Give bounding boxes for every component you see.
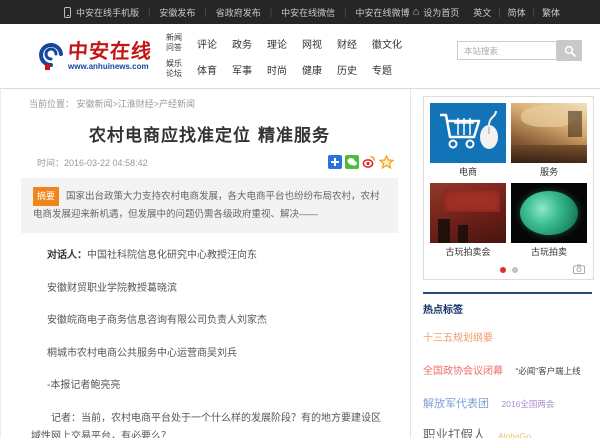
article-paragraph: 安徽皖商电子商务信息咨询有限公司负责人刘家杰 xyxy=(21,312,398,331)
nav-item-theory[interactable]: 理论 xyxy=(267,36,287,51)
gallery-caption: 电商 xyxy=(430,163,506,181)
breadcrumb-path[interactable]: 安徽新闻>江淮财经>产经新闻 xyxy=(77,99,196,109)
site-logo[interactable]: 中安在线 www.anhuinews.com xyxy=(36,41,152,71)
content-area: 当前位置： 安徽新闻>江淮财经>产经新闻 农村电商应找准定位 精准服务 时间：2… xyxy=(0,88,600,438)
logo-title: 中安在线 xyxy=(67,41,152,61)
topbar-link-wechat[interactable]: 中安在线微信 xyxy=(261,6,335,19)
site-header: 中安在线 www.anhuinews.com 新闻 问答 娱乐 论坛 评论 体育… xyxy=(0,24,600,88)
search-input[interactable] xyxy=(457,41,557,60)
hot-tags-title: 热点标签 xyxy=(423,301,594,316)
article-summary: 摘要国家出台政策大力支持农村电商发展，各大电商平台也纷纷布局农村，农村电商发展迎… xyxy=(21,178,398,233)
search-button[interactable] xyxy=(557,40,582,61)
article-paragraph: 对话人：中国社科院信息化研究中心教授汪向东 xyxy=(21,247,398,266)
article-paragraph: 安徽财贸职业学院教授葛晓滨 xyxy=(21,280,398,299)
share-plus-icon[interactable] xyxy=(328,155,342,169)
breadcrumb-label: 当前位置： xyxy=(29,99,74,109)
article-column: 当前位置： 安徽新闻>江淮财经>产经新闻 农村电商应找准定位 精准服务 时间：2… xyxy=(1,89,411,438)
camera-icon xyxy=(573,264,585,274)
gallery-caption: 服务 xyxy=(511,163,587,181)
nav-item-military[interactable]: 军事 xyxy=(232,62,252,77)
hot-tag[interactable]: 职业打假人 xyxy=(423,428,486,438)
topbar-left-links: 中安在线手机版 安徽发布 省政府发布 中安在线微信 中安在线微博 xyxy=(64,6,409,19)
article-time: 时间：2016-03-22 04:58:42 xyxy=(37,156,148,169)
nav-item-hui-culture[interactable]: 徽文化 xyxy=(372,36,402,51)
topbar-link-mobile[interactable]: 中安在线手机版 xyxy=(64,6,139,19)
hot-tags-cloud: 十三五规划纲要 全国政协会议闭幕 “必闻”客户端上线 解放军代表团 2016全国… xyxy=(423,321,594,438)
photo-gallery: 电商 服务 古玩拍卖会 xyxy=(423,96,594,280)
gallery-image-service xyxy=(511,103,587,163)
sidebar: 电商 服务 古玩拍卖会 xyxy=(411,89,600,438)
gallery-caption: 古玩拍卖 xyxy=(511,243,587,261)
gallery-item-service[interactable]: 服务 xyxy=(511,103,587,181)
share-bar xyxy=(328,155,394,169)
nav-item-sports[interactable]: 体育 xyxy=(197,62,217,77)
gallery-item-antique-auction[interactable]: 古玩拍卖 xyxy=(511,183,587,261)
topbar-right-links: ⌂ 设为首页 英文 简体 繁体 xyxy=(413,6,560,19)
gallery-item-auction-event[interactable]: 古玩拍卖会 xyxy=(430,183,506,261)
section-divider xyxy=(423,292,592,294)
logo-swirl-icon xyxy=(36,41,66,71)
nav-item-fashion[interactable]: 时尚 xyxy=(267,62,287,77)
topbar-link-weibo[interactable]: 中安在线微博 xyxy=(335,6,409,19)
site-search xyxy=(457,40,582,61)
search-icon xyxy=(564,45,576,57)
phone-icon xyxy=(64,7,71,18)
home-icon: ⌂ xyxy=(413,7,420,18)
nav-item-comment[interactable]: 评论 xyxy=(197,36,217,51)
article-paragraph: 桐城市农村电商公共服务中心运营商吴刘兵 xyxy=(21,345,398,364)
breadcrumb: 当前位置： 安徽新闻>江淮财经>产经新闻 xyxy=(21,89,398,116)
gallery-pager xyxy=(430,263,587,277)
summary-text: 国家出台政策大力支持农村电商发展，各大电商平台也纷纷布局农村，农村电商发展迎来新… xyxy=(33,191,380,220)
nav-item-news[interactable]: 新闻 xyxy=(166,33,182,43)
weibo-icon[interactable] xyxy=(362,155,376,169)
topbar-link-traditional[interactable]: 繁体 xyxy=(526,6,560,19)
hot-tag[interactable]: AlphaGo xyxy=(498,431,531,438)
gallery-item-ecommerce[interactable]: 电商 xyxy=(430,103,506,181)
nav-item-gov[interactable]: 政务 xyxy=(232,36,252,51)
nav-item-qa[interactable]: 问答 xyxy=(166,43,182,53)
topbar-link-set-home[interactable]: ⌂ 设为首页 xyxy=(413,6,460,19)
wechat-icon[interactable] xyxy=(345,155,359,169)
nav-item-forum[interactable]: 论坛 xyxy=(166,69,182,79)
nav-col-misc: 新闻 问答 娱乐 论坛 xyxy=(166,33,182,80)
gallery-image-auction xyxy=(430,183,506,243)
gallery-image-stone xyxy=(511,183,587,243)
nav-item-health[interactable]: 健康 xyxy=(302,62,322,77)
carousel-dot-active[interactable] xyxy=(500,267,506,273)
article-paragraph: 记者：当前，农村电商平台处于一个什么样的发展阶段？有的地方要建设区域性网上交易平… xyxy=(21,410,398,438)
summary-badge: 摘要 xyxy=(33,187,59,206)
hot-tag[interactable]: “必闻”客户端上线 xyxy=(515,366,580,376)
nav-item-video[interactable]: 网视 xyxy=(302,36,322,51)
hot-tag[interactable]: 十三五规划纲要 xyxy=(423,333,493,344)
main-nav: 新闻 问答 娱乐 论坛 评论 体育 政务 军事 理论 时尚 网视 健康 财经 历… xyxy=(166,33,402,80)
gallery-image-cart xyxy=(430,103,506,163)
nav-item-finance[interactable]: 财经 xyxy=(337,36,357,51)
topbar-link-label[interactable]: 中安在线手机版 xyxy=(76,6,139,19)
hot-tag[interactable]: 解放军代表团 xyxy=(423,398,489,410)
topbar-link-gov-release[interactable]: 省政府发布 xyxy=(195,6,260,19)
topbar-link-english[interactable]: 英文 xyxy=(473,6,491,19)
topbar-link-anhui-release[interactable]: 安徽发布 xyxy=(139,6,195,19)
gallery-caption: 古玩拍卖会 xyxy=(430,243,506,261)
article-meta: 时间：2016-03-22 04:58:42 xyxy=(21,146,398,173)
nav-item-history[interactable]: 历史 xyxy=(337,62,357,77)
logo-url: www.anhuinews.com xyxy=(68,63,152,71)
top-utility-bar: 中安在线手机版 安徽发布 省政府发布 中安在线微信 中安在线微博 ⌂ 设为首页 … xyxy=(0,0,600,24)
nav-item-ent[interactable]: 娱乐 xyxy=(166,59,182,69)
article-paragraph: -本报记者鲍亮亮 xyxy=(21,377,398,396)
hot-tag[interactable]: 全国政协会议闭幕 xyxy=(423,366,503,377)
favorite-star-icon[interactable] xyxy=(379,155,394,169)
hot-tag[interactable]: 2016全国两会 xyxy=(501,399,554,409)
topbar-link-simplified[interactable]: 简体 xyxy=(491,6,525,19)
article-title: 农村电商应找准定位 精准服务 xyxy=(21,121,398,146)
nav-item-special[interactable]: 专题 xyxy=(372,62,402,77)
carousel-dot[interactable] xyxy=(512,267,518,273)
